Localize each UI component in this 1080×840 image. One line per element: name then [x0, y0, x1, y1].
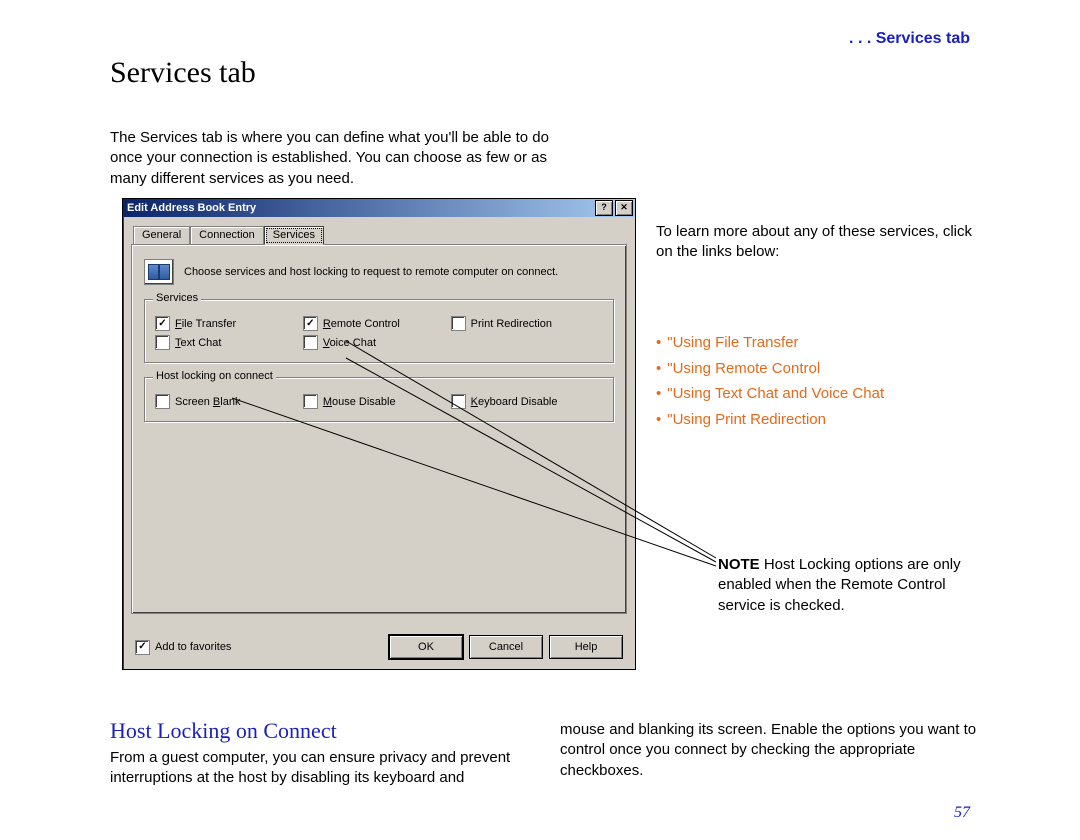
checkbox-file-transfer[interactable]: FFile Transferile Transfer: [155, 314, 303, 333]
tab-panel-services: Choose services and host locking to requ…: [131, 244, 627, 614]
tab-services[interactable]: Services: [264, 226, 324, 245]
section-heading: Host Locking on Connect: [110, 718, 337, 744]
dialog-tabs: General Connection Services: [133, 225, 627, 244]
checkbox-print-redirection[interactable]: Print Redirection: [451, 314, 599, 333]
services-icon: [144, 259, 174, 285]
checkbox-icon: [451, 316, 466, 331]
links-list: •"Using File Transfer •"Using Remote Con…: [656, 330, 976, 432]
dialog-bottom-row: Add to favorites OK Cancel Help: [135, 635, 623, 659]
checkbox-icon: [303, 335, 318, 350]
page-number: 57: [954, 804, 970, 822]
page-title: Services tab: [110, 56, 256, 90]
checkbox-icon: [155, 394, 170, 409]
tab-general[interactable]: General: [133, 226, 190, 245]
link-text-voice-chat[interactable]: •"Using Text Chat and Voice Chat: [656, 381, 976, 407]
body-paragraph-right: mouse and blanking its screen. Enable th…: [560, 720, 980, 781]
link-remote-control[interactable]: •"Using Remote Control: [656, 356, 976, 382]
checkbox-voice-chat[interactable]: VVoice Chatoice Chat: [303, 333, 451, 352]
groupbox-services-legend: Services: [153, 292, 201, 304]
checkbox-icon: [303, 394, 318, 409]
document-page: . . . Services tab Services tab The Serv…: [0, 0, 1080, 840]
checkbox-text-chat[interactable]: TText Chatext Chat: [155, 333, 303, 352]
checkbox-icon: [135, 640, 150, 655]
learn-more-text: To learn more about any of these service…: [656, 222, 976, 263]
dialog-title: Edit Address Book Entry: [127, 202, 256, 214]
checkbox-screen-blank[interactable]: Screen BScreen Blanklank: [155, 392, 303, 411]
note-label: NOTE: [718, 556, 760, 573]
help-button[interactable]: Help: [549, 635, 623, 659]
note-block: NOTE Host Locking options are only enabl…: [718, 555, 968, 616]
checkbox-icon: [303, 316, 318, 331]
services-instruction: Choose services and host locking to requ…: [184, 266, 558, 278]
groupbox-services: Services FFile Transferile Transfer RRem…: [144, 299, 614, 363]
dialog-body: General Connection Services Choose servi…: [123, 217, 635, 669]
checkbox-mouse-disable[interactable]: MMouse Disableouse Disable: [303, 392, 451, 411]
checkbox-icon: [155, 316, 170, 331]
ok-button[interactable]: OK: [389, 635, 463, 659]
groupbox-host-locking-legend: Host locking on connect: [153, 370, 276, 382]
checkbox-icon: [155, 335, 170, 350]
cancel-button[interactable]: Cancel: [469, 635, 543, 659]
body-paragraph-left: From a guest computer, you can ensure pr…: [110, 748, 550, 789]
checkbox-remote-control[interactable]: RRemote Controlemote Control: [303, 314, 451, 333]
intro-paragraph: The Services tab is where you can define…: [110, 128, 550, 189]
tab-connection[interactable]: Connection: [190, 226, 264, 245]
checkbox-icon: [451, 394, 466, 409]
dialog-help-button[interactable]: ?: [595, 200, 613, 216]
link-file-transfer[interactable]: •"Using File Transfer: [656, 330, 976, 356]
running-header: . . . Services tab: [849, 30, 970, 48]
link-print-redirection[interactable]: •"Using Print Redirection: [656, 407, 976, 433]
groupbox-host-locking: Host locking on connect Screen BScreen B…: [144, 377, 614, 422]
checkbox-add-to-favorites[interactable]: Add to favorites: [135, 638, 231, 657]
dialog-close-button[interactable]: ✕: [615, 200, 633, 216]
dialog-titlebar[interactable]: Edit Address Book Entry ? ✕: [123, 199, 635, 217]
checkbox-keyboard-disable[interactable]: KKeyboard Disableeyboard Disable: [451, 392, 599, 411]
dialog-edit-address-book: Edit Address Book Entry ? ✕ General Conn…: [122, 198, 636, 670]
